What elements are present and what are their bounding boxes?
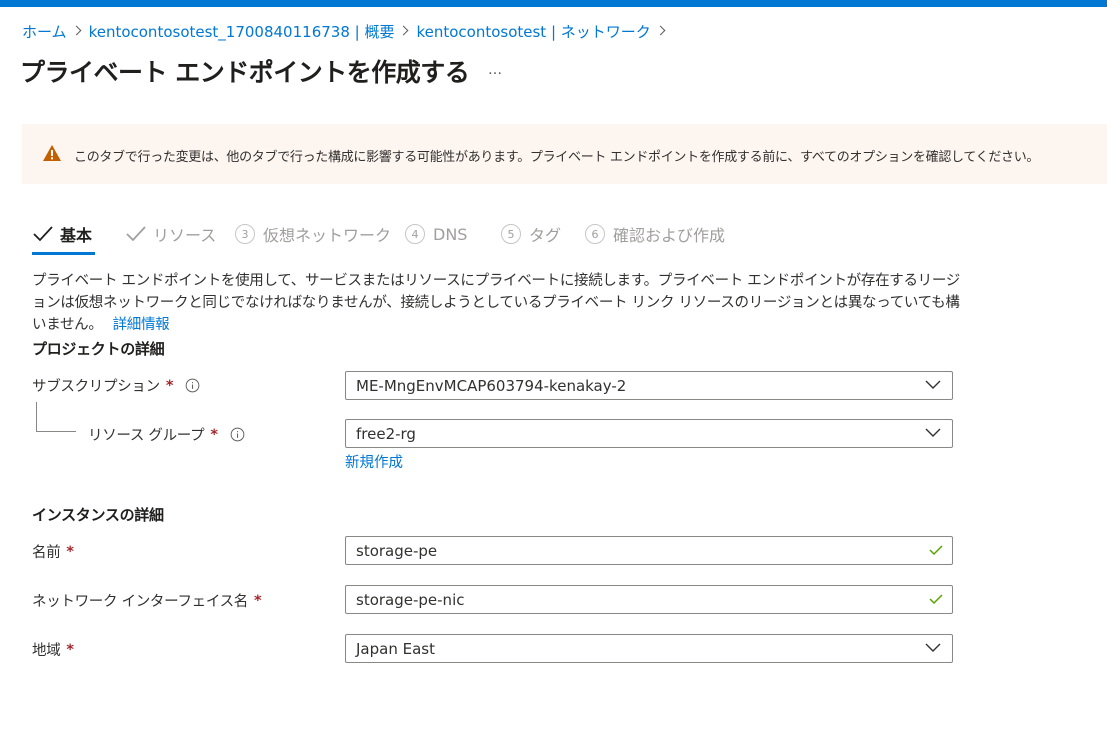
resource-group-label: リソース グループ *: [88, 424, 245, 445]
chevron-down-icon: [925, 643, 941, 652]
required-marker: *: [165, 377, 174, 394]
warning-banner: このタブで行った変更は、他のタブで行った構成に影響する可能性があります。プライベ…: [22, 124, 1107, 184]
page-title: プライベート エンドポイントを作成する: [20, 58, 470, 87]
top-accent-bar: [0, 0, 1107, 7]
step-number-badge: 4: [405, 224, 425, 244]
info-icon[interactable]: [185, 378, 200, 393]
tab-tags[interactable]: 5 タグ: [501, 220, 561, 248]
subscription-value: ME-MngEnvMCAP603794-kenakay-2: [356, 376, 627, 395]
breadcrumb-storage-overview[interactable]: kentocontosotest_1700840116738 | 概要: [89, 21, 395, 42]
name-label-text: 名前: [32, 545, 61, 561]
breadcrumb: ホーム kentocontosotest_1700840116738 | 概要 …: [22, 20, 673, 42]
name-input[interactable]: storage-pe: [345, 536, 953, 565]
region-label: 地域 *: [32, 639, 74, 660]
chevron-down-icon: [925, 428, 941, 437]
region-dropdown[interactable]: Japan East: [345, 634, 953, 663]
tab-label: 確認および作成: [613, 226, 726, 245]
chevron-right-icon: [651, 20, 673, 42]
step-number-badge: 5: [501, 224, 521, 244]
breadcrumb-storage-network[interactable]: kentocontosotest | ネットワーク: [416, 21, 650, 42]
warning-icon: [43, 145, 61, 161]
required-marker: *: [66, 543, 74, 560]
project-details-heading: プロジェクトの詳細: [32, 340, 165, 358]
step-number-badge: 3: [235, 224, 255, 244]
required-marker: *: [254, 592, 262, 609]
required-marker: *: [66, 641, 74, 658]
resource-group-label-text: リソース グループ: [88, 428, 205, 444]
hierarchy-connector: [36, 402, 76, 432]
required-marker: *: [210, 426, 218, 443]
tab-label: タグ: [529, 226, 562, 245]
info-icon[interactable]: [230, 427, 245, 442]
checkmark-icon: [33, 226, 53, 242]
name-label: 名前 *: [32, 541, 74, 562]
subscription-label: サブスクリプション *: [32, 375, 200, 396]
learn-more-link[interactable]: 詳細情報: [113, 317, 170, 333]
create-new-link[interactable]: 新規作成: [345, 451, 403, 472]
subscription-label-text: サブスクリプション: [32, 379, 160, 395]
tab-label: 基本: [60, 226, 93, 245]
tab-review-create[interactable]: 6 確認および作成: [585, 220, 725, 248]
tab-label: リソース: [153, 226, 217, 245]
region-value: Japan East: [356, 639, 435, 658]
resource-group-value: free2-rg: [356, 424, 416, 443]
resource-group-dropdown[interactable]: free2-rg: [345, 419, 953, 448]
nic-name-value: storage-pe-nic: [356, 590, 465, 609]
warning-text: このタブで行った変更は、他のタブで行った構成に影響する可能性があります。プライベ…: [74, 150, 1040, 165]
name-value: storage-pe: [356, 541, 438, 560]
step-number-badge: 6: [585, 224, 605, 244]
instance-details-heading: インスタンスの詳細: [32, 506, 164, 524]
description-text: プライベート エンドポイントを使用して、サービスまたはリソースにプライベートに接…: [32, 273, 960, 333]
tab-resource[interactable]: リソース: [125, 220, 216, 248]
valid-check-icon: [929, 545, 943, 556]
tab-virtual-network[interactable]: 3 仮想ネットワーク: [235, 220, 391, 248]
subscription-dropdown[interactable]: ME-MngEnvMCAP603794-kenakay-2: [345, 371, 953, 400]
nic-name-label-text: ネットワーク インターフェイス名: [32, 594, 249, 610]
more-options-button[interactable]: …: [480, 62, 510, 82]
tab-label: 仮想ネットワーク: [263, 226, 392, 245]
description: プライベート エンドポイントを使用して、サービスまたはリソースにプライベートに接…: [32, 270, 972, 336]
chevron-down-icon: [925, 380, 941, 389]
region-label-text: 地域: [32, 643, 61, 659]
valid-check-icon: [929, 594, 943, 605]
nic-name-input[interactable]: storage-pe-nic: [345, 585, 953, 614]
tab-label: DNS: [433, 224, 468, 244]
chevron-right-icon: [394, 20, 416, 42]
nic-name-label: ネットワーク インターフェイス名 *: [32, 590, 262, 611]
breadcrumb-home[interactable]: ホーム: [22, 21, 67, 42]
active-tab-indicator: [32, 252, 95, 255]
checkmark-icon: [126, 226, 146, 242]
tab-dns[interactable]: 4 DNS: [405, 220, 467, 248]
chevron-right-icon: [67, 20, 89, 42]
tab-basics[interactable]: 基本: [32, 220, 92, 248]
